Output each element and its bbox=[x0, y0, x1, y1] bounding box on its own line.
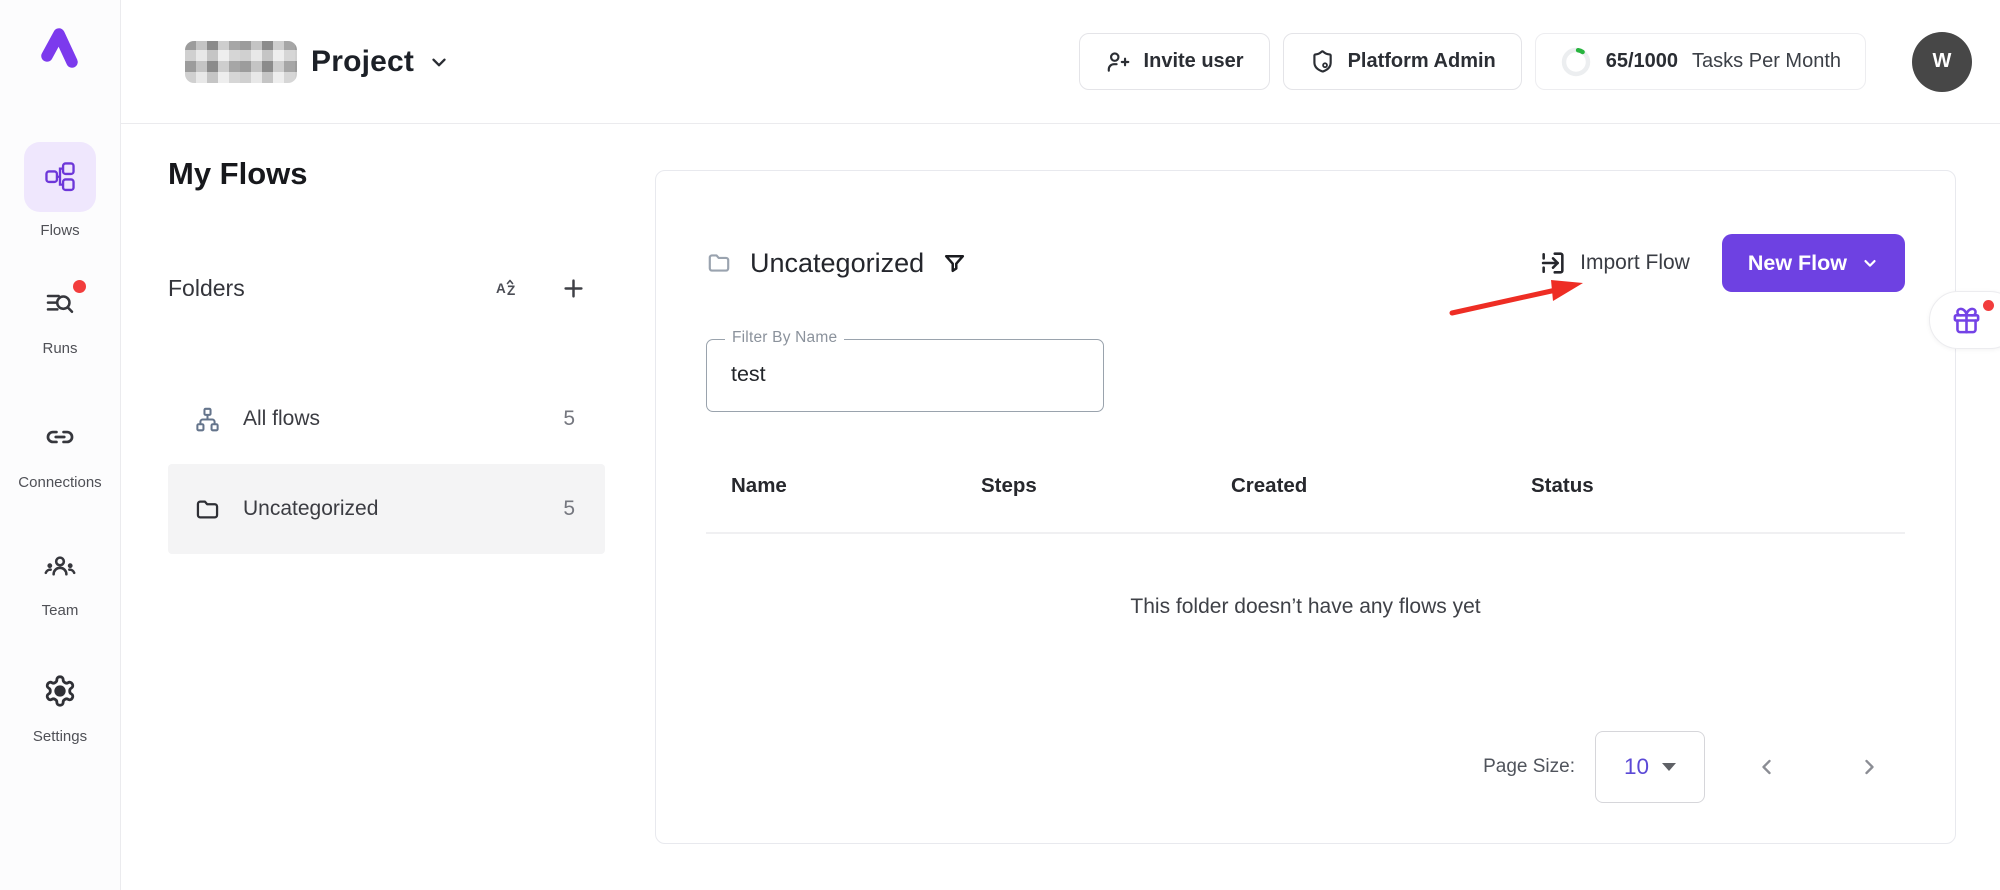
sidebar-item-label: Connections bbox=[0, 474, 120, 491]
import-flow-label: Import Flow bbox=[1580, 251, 1690, 275]
column-created: Created bbox=[1206, 474, 1506, 498]
workflow-icon bbox=[44, 161, 76, 193]
invite-user-label: Invite user bbox=[1144, 50, 1244, 73]
avatar-initial: W bbox=[1933, 50, 1952, 73]
sidebar-item-label: Team bbox=[0, 602, 120, 619]
empty-state-message: This folder doesn’t have any flows yet bbox=[656, 595, 1955, 619]
whats-new-gift-button[interactable] bbox=[1929, 291, 2000, 349]
team-people-icon bbox=[43, 548, 77, 582]
funnel-icon bbox=[942, 251, 967, 276]
add-folder-button[interactable] bbox=[560, 275, 587, 302]
flows-table-header: Name Steps Created Status bbox=[706, 474, 1905, 498]
page-size-label: Page Size: bbox=[1483, 756, 1575, 778]
next-page-button[interactable] bbox=[1857, 755, 1881, 779]
pagination: Page Size: 10 bbox=[1483, 731, 1881, 803]
folder-icon bbox=[706, 250, 732, 276]
folders-heading: Folders bbox=[168, 275, 245, 302]
flows-card: Uncategorized Import Flow N bbox=[655, 170, 1956, 844]
folder-icon bbox=[194, 496, 221, 523]
user-avatar[interactable]: W bbox=[1912, 32, 1972, 92]
sidebar-item-settings[interactable]: Settings bbox=[0, 674, 120, 745]
filter-by-name-field: Filter By Name bbox=[706, 339, 1104, 412]
usage-pill[interactable]: 65/1000 Tasks Per Month bbox=[1535, 33, 1866, 90]
sidebar-item-runs[interactable]: Runs bbox=[0, 288, 120, 357]
table-divider bbox=[706, 532, 1905, 534]
chevron-right-icon bbox=[1857, 755, 1881, 779]
filter-flows-button[interactable] bbox=[942, 251, 967, 276]
plus-icon bbox=[560, 275, 587, 302]
app-root: Flows Runs Connections bbox=[0, 0, 2000, 890]
link-icon bbox=[43, 420, 77, 454]
filter-by-name-label: Filter By Name bbox=[725, 329, 844, 347]
sidebar: Flows Runs Connections bbox=[0, 0, 121, 890]
shield-icon bbox=[1309, 49, 1335, 75]
new-flow-button[interactable]: New Flow bbox=[1722, 234, 1905, 292]
project-switcher[interactable]: Project bbox=[185, 41, 450, 83]
gift-icon bbox=[1951, 305, 1982, 336]
user-plus-icon bbox=[1105, 49, 1131, 75]
usage-progress-ring-icon bbox=[1560, 46, 1592, 78]
column-steps: Steps bbox=[956, 474, 1206, 498]
sidebar-item-flows[interactable]: Flows bbox=[0, 142, 120, 239]
svg-text:Z: Z bbox=[507, 283, 515, 298]
import-icon bbox=[1539, 249, 1567, 277]
platform-admin-button[interactable]: Platform Admin bbox=[1283, 33, 1522, 90]
usage-count: 65/1000 bbox=[1606, 50, 1678, 73]
redacted-project-name bbox=[185, 41, 297, 83]
gear-icon bbox=[43, 674, 77, 708]
platform-admin-label: Platform Admin bbox=[1348, 50, 1496, 73]
top-header: Project Invite user Platform Admin bbox=[121, 0, 2000, 124]
flows-tile bbox=[24, 142, 96, 212]
sidebar-item-label: Runs bbox=[0, 340, 120, 357]
card-heading: Uncategorized bbox=[750, 248, 924, 279]
sidebar-item-connections[interactable]: Connections bbox=[0, 420, 120, 491]
previous-page-button[interactable] bbox=[1755, 755, 1779, 779]
sidebar-item-label: Flows bbox=[0, 222, 120, 239]
folder-row-uncategorized[interactable]: Uncategorized 5 bbox=[168, 464, 605, 554]
filter-by-name-input[interactable] bbox=[707, 340, 1103, 411]
chevron-left-icon bbox=[1755, 755, 1779, 779]
sidebar-item-label: Settings bbox=[0, 728, 120, 745]
folder-count: 5 bbox=[563, 407, 575, 431]
gift-notification-badge bbox=[1983, 300, 1994, 311]
folder-count: 5 bbox=[563, 497, 575, 521]
page-size-select[interactable]: 10 bbox=[1595, 731, 1705, 803]
caret-down-icon bbox=[1662, 763, 1676, 771]
all-flows-sitemap-icon bbox=[194, 406, 221, 433]
invite-user-button[interactable]: Invite user bbox=[1079, 33, 1270, 90]
folder-name: All flows bbox=[243, 407, 320, 431]
project-label: Project bbox=[311, 45, 414, 79]
folders-panel: Folders A Z bbox=[168, 274, 605, 554]
activepieces-logo-icon[interactable] bbox=[36, 24, 84, 72]
chevron-down-icon bbox=[1861, 254, 1879, 272]
sidebar-item-team[interactable]: Team bbox=[0, 548, 120, 619]
svg-text:A: A bbox=[496, 281, 506, 296]
page-size-value: 10 bbox=[1624, 754, 1649, 780]
folder-row-all-flows[interactable]: All flows 5 bbox=[168, 374, 605, 464]
sort-alphabetical-button[interactable]: A Z bbox=[494, 274, 522, 302]
runs-logs-icon bbox=[44, 288, 76, 320]
import-flow-button[interactable]: Import Flow bbox=[1539, 249, 1690, 277]
new-flow-label: New Flow bbox=[1748, 251, 1847, 276]
column-name: Name bbox=[706, 474, 956, 498]
runs-notification-badge bbox=[73, 280, 86, 293]
chevron-down-icon bbox=[428, 51, 450, 73]
sort-az-icon: A Z bbox=[494, 274, 522, 302]
folder-name: Uncategorized bbox=[243, 497, 378, 521]
column-status: Status bbox=[1506, 474, 1905, 498]
page-title: My Flows bbox=[168, 156, 308, 192]
usage-label: Tasks Per Month bbox=[1692, 50, 1841, 73]
